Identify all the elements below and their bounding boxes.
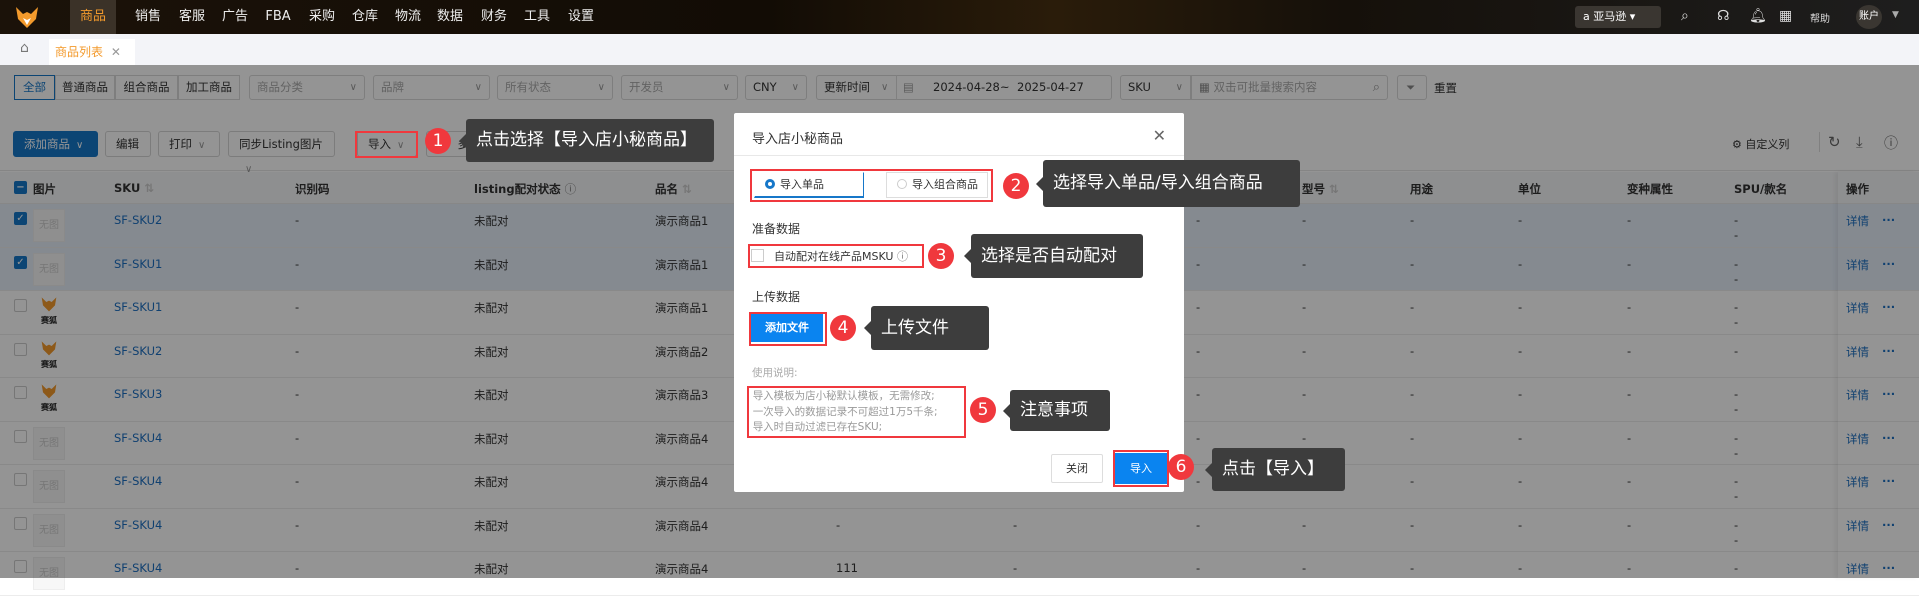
nav-item[interactable]: 采购 — [300, 0, 344, 34]
nav-item[interactable]: 工具 — [515, 0, 559, 34]
nav-item[interactable]: 财务 — [472, 0, 516, 34]
guide-highlight-3 — [748, 244, 924, 268]
guide-callout-2: 选择导入单品/导入组合商品 — [1036, 160, 1300, 207]
guide-step-2: 2 — [1003, 173, 1029, 199]
guide-callout-4: 上传文件 — [864, 306, 989, 350]
amazon-icon: a — [1583, 10, 1594, 23]
search-icon[interactable]: ⌕ — [1681, 8, 1689, 24]
tab-label: 商品列表 — [55, 45, 104, 59]
fox-logo-icon[interactable] — [14, 5, 40, 29]
guide-callout-5: 注意事项 — [1003, 390, 1110, 431]
nav-item[interactable]: 数据 — [428, 0, 472, 34]
nav-item[interactable]: 商品 — [70, 0, 116, 34]
top-nav: 商品 销售 客服 广告 FBA 采购 仓库 物流 数据 财务 工具 设置 a 亚马逊 ▾ ⌕ ☊ 🔔︎… — [0, 0, 1919, 34]
prepare-data-heading: 准备数据 — [752, 222, 801, 236]
close-button[interactable]: 关闭 — [1051, 454, 1103, 483]
close-icon[interactable]: ✕ — [1153, 126, 1166, 145]
platform-label: 亚马逊 — [1593, 10, 1627, 23]
bell-icon[interactable]: 🔔︎ — [1749, 8, 1767, 24]
chevron-down-icon[interactable]: ▼ — [1892, 10, 1899, 20]
notes-title: 使用说明: — [752, 367, 798, 379]
guide-step-5: 5 — [970, 397, 996, 423]
dialog-title: 导入店小秘商品 — [752, 132, 844, 147]
guide-step-6: 6 — [1168, 454, 1194, 480]
nav-item[interactable]: 销售 — [126, 0, 170, 34]
upload-data-heading: 上传数据 — [752, 290, 801, 304]
nav-item[interactable]: 客服 — [170, 0, 214, 34]
close-icon[interactable]: ✕ — [111, 45, 121, 59]
account-avatar[interactable]: 账户 — [1856, 5, 1882, 29]
guide-highlight-1 — [355, 131, 418, 158]
guide-highlight-5 — [747, 386, 966, 438]
guide-callout-3: 选择是否自动配对 — [964, 234, 1143, 278]
guide-highlight-6 — [1113, 450, 1169, 487]
guide-callout-1: 点击选择【导入店小秘商品】 — [459, 119, 714, 162]
guide-highlight-4 — [749, 312, 827, 346]
home-icon[interactable]: ⌂ — [20, 40, 29, 56]
nav-item[interactable]: 仓库 — [343, 0, 387, 34]
guide-step-4: 4 — [830, 315, 856, 341]
apps-grid-icon[interactable]: ▦ — [1779, 8, 1792, 24]
nav-item[interactable]: 物流 — [386, 0, 430, 34]
guide-step-3: 3 — [928, 243, 954, 269]
headset-icon[interactable]: ☊ — [1717, 8, 1729, 24]
guide-step-1: 1 — [425, 128, 451, 154]
platform-switcher[interactable]: a 亚马逊 ▾ — [1575, 6, 1661, 28]
help-link[interactable]: 帮助 — [1810, 10, 1830, 25]
nav-item[interactable]: FBA — [256, 0, 300, 34]
tab-bar: ⌂ 商品列表 ✕ — [0, 34, 1919, 65]
tab-product-list[interactable]: 商品列表 ✕ — [49, 39, 135, 65]
guide-callout-6: 点击【导入】 — [1205, 448, 1345, 491]
nav-item[interactable]: 广告 — [213, 0, 257, 34]
nav-item[interactable]: 设置 — [559, 0, 603, 34]
guide-highlight-2 — [750, 169, 993, 202]
